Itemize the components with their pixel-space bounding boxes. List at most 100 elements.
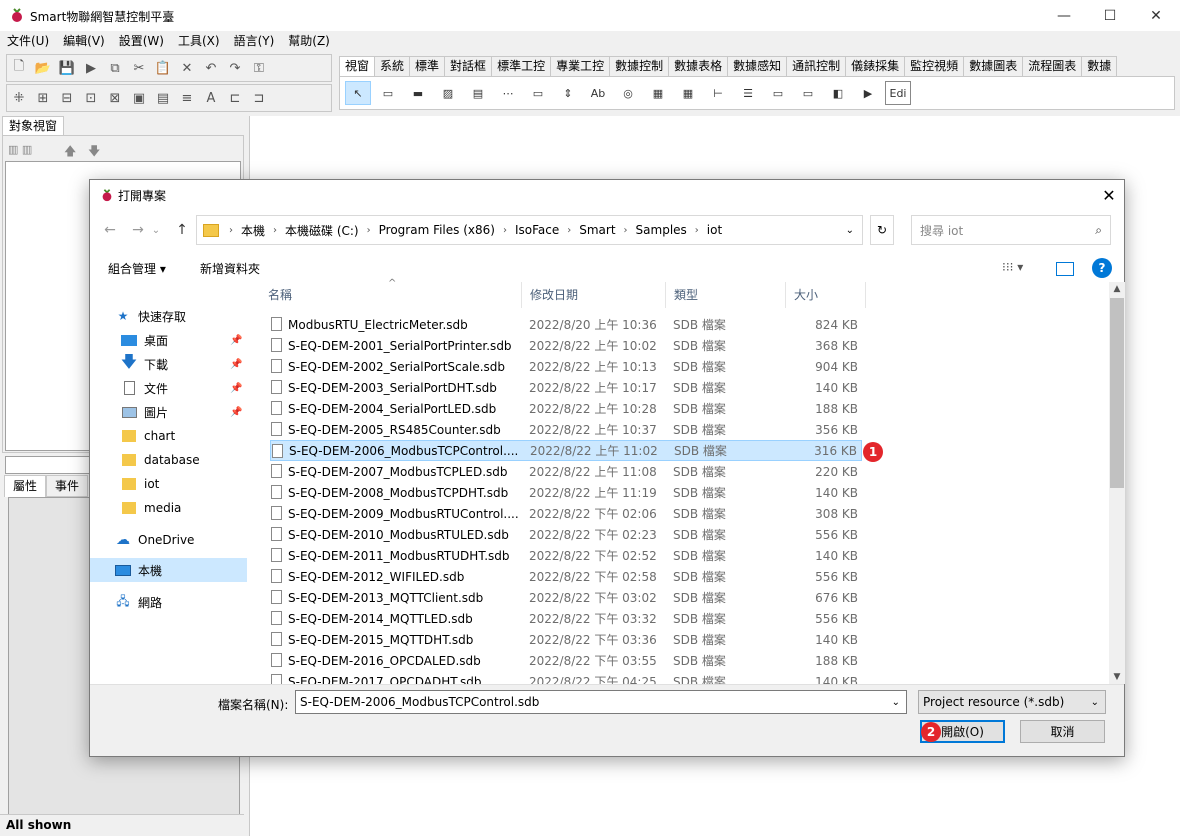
component-icon[interactable]: ◧ — [825, 81, 851, 105]
run-icon[interactable]: ▶ — [80, 57, 102, 79]
column-date[interactable]: 修改日期 — [522, 282, 666, 308]
column-type[interactable]: 類型 — [666, 282, 786, 308]
nav-desktop[interactable]: 桌面 📌 — [90, 328, 247, 352]
list-icon[interactable]: ☰ — [735, 81, 761, 105]
breadcrumb[interactable]: Program Files (x86) — [375, 223, 499, 237]
scroll-down-icon[interactable]: ▼ — [1109, 670, 1125, 684]
component-icon[interactable]: ⋯ — [495, 81, 521, 105]
organize-button[interactable]: 組合管理 ▾ — [108, 260, 166, 277]
up-icon[interactable]: ↑ — [170, 217, 194, 243]
tab-standard[interactable]: 標準 — [410, 56, 446, 76]
file-row[interactable]: S-EQ-DEM-2016_OPCDALED.sdb 2022/8/22 下午 0… — [270, 650, 862, 671]
minimize-button[interactable]: — — [1041, 0, 1087, 31]
new-file-icon[interactable]: 🗋 — [8, 57, 30, 79]
component-icon[interactable]: ▭ — [765, 81, 791, 105]
tab-properties[interactable]: 屬性 — [4, 475, 47, 497]
new-folder-button[interactable]: 新增資料夾 — [200, 260, 260, 277]
nav-folder-chart[interactable]: chart — [90, 424, 247, 448]
align-icon[interactable]: ⊐ — [248, 87, 270, 109]
breadcrumb[interactable]: Smart — [575, 223, 619, 237]
component-icon[interactable]: ▭ — [525, 81, 551, 105]
calendar-icon[interactable]: ▦ — [675, 81, 701, 105]
align-icon[interactable]: ≡ — [176, 87, 198, 109]
refresh-icon[interactable]: ↻ — [870, 215, 894, 245]
component-icon[interactable]: ▶ — [855, 81, 881, 105]
menu-file[interactable]: 文件(U) — [0, 31, 56, 51]
nav-quick-access[interactable]: ★ 快速存取 — [90, 304, 247, 328]
file-row[interactable]: S-EQ-DEM-2014_MQTTLED.sdb 2022/8/22 下午 03… — [270, 608, 862, 629]
object-tool-icons[interactable]: ▥ ▥ — [8, 143, 32, 156]
align-icon[interactable]: ▣ — [128, 87, 150, 109]
font-icon[interactable]: A — [200, 87, 222, 109]
column-name[interactable]: 名稱 — [260, 282, 522, 308]
component-icon[interactable]: ▭ — [795, 81, 821, 105]
breadcrumb[interactable]: Samples — [632, 223, 691, 237]
menu-tools[interactable]: 工具(X) — [171, 31, 227, 51]
filename-input[interactable]: S-EQ-DEM-2006_ModbusTCPControl.sdb ⌄ — [295, 690, 907, 714]
file-row[interactable]: ModbusRTU_ElectricMeter.sdb 2022/8/20 上午 … — [270, 314, 862, 335]
pin-icon[interactable]: 📌 — [230, 407, 242, 418]
tab-dialog[interactable]: 對話框 — [445, 56, 493, 76]
close-button[interactable]: ✕ — [1133, 0, 1179, 31]
object-window-tab[interactable]: 對象視窗 — [2, 116, 64, 136]
align-icon[interactable]: ⊠ — [104, 87, 126, 109]
file-row[interactable]: S-EQ-DEM-2007_ModbusTCPLED.sdb 2022/8/22 … — [270, 461, 862, 482]
nav-folder-iot[interactable]: iot — [90, 472, 247, 496]
component-icon[interactable]: ▭ — [375, 81, 401, 105]
breadcrumb[interactable]: iot — [703, 223, 726, 237]
component-icon[interactable]: ▦ — [645, 81, 671, 105]
forward-icon[interactable]: → — [126, 217, 150, 243]
image-icon[interactable]: ▨ — [435, 81, 461, 105]
pin-icon[interactable]: 📌 — [230, 383, 242, 394]
tab-data-sense[interactable]: 數據感知 — [728, 56, 788, 76]
align-icon[interactable]: ⊏ — [224, 87, 246, 109]
delete-icon[interactable]: ✕ — [176, 57, 198, 79]
chevron-down-icon[interactable]: ⌄ — [148, 217, 164, 243]
nav-onedrive[interactable]: ☁ OneDrive — [90, 528, 247, 552]
cancel-button[interactable]: 取消 — [1020, 720, 1105, 743]
menu-language[interactable]: 語言(Y) — [227, 31, 282, 51]
copy-icon[interactable]: ⧉ — [104, 57, 126, 79]
file-row[interactable]: S-EQ-DEM-2009_ModbusRTUControl.... 2022/8… — [270, 503, 862, 524]
component-icon[interactable]: Ab — [585, 81, 611, 105]
file-row[interactable]: S-EQ-DEM-2011_ModbusRTUDHT.sdb 2022/8/22 … — [270, 545, 862, 566]
file-row[interactable]: S-EQ-DEM-2012_WIFILED.sdb 2022/8/22 下午 02… — [270, 566, 862, 587]
back-icon[interactable]: ← — [98, 217, 122, 243]
move-down-icon[interactable]: 🡇 — [88, 142, 100, 163]
redo-icon[interactable]: ↷ — [224, 57, 246, 79]
tab-monitor-video[interactable]: 監控視頻 — [905, 56, 965, 76]
chevron-down-icon[interactable]: ⌄ — [846, 225, 854, 236]
breadcrumb[interactable]: 本機 — [237, 222, 269, 239]
align-icon[interactable]: ⊡ — [80, 87, 102, 109]
search-input[interactable]: 搜尋 iot ⌕ — [911, 215, 1111, 245]
key-icon[interactable]: ⚿ — [248, 57, 270, 79]
file-row[interactable]: S-EQ-DEM-2002_SerialPortScale.sdb 2022/8/… — [270, 356, 862, 377]
edit-component[interactable]: Edi — [885, 81, 911, 105]
dialog-close-button[interactable]: ✕ — [1094, 182, 1124, 208]
tab-std-industrial[interactable]: 標準工控 — [492, 56, 552, 76]
file-row-selected[interactable]: S-EQ-DEM-2006_ModbusTCPControl.... 2022/8… — [270, 440, 862, 461]
view-options-icon[interactable]: ⁝⁝⁝ ▾ — [1002, 260, 1023, 274]
file-row[interactable]: S-EQ-DEM-2005_RS485Counter.sdb 2022/8/22 … — [270, 419, 862, 440]
maximize-button[interactable]: ☐ — [1087, 0, 1133, 31]
column-size[interactable]: 大小 — [786, 282, 866, 308]
help-icon[interactable]: ? — [1092, 258, 1112, 278]
move-up-icon[interactable]: 🡅 — [64, 142, 76, 163]
save-icon[interactable]: 💾 — [56, 57, 78, 79]
undo-icon[interactable]: ↶ — [200, 57, 222, 79]
pointer-icon[interactable]: ↖ — [345, 81, 371, 105]
component-icon[interactable]: ▤ — [465, 81, 491, 105]
tab-data-table[interactable]: 數據表格 — [669, 56, 729, 76]
tab-pro-industrial[interactable]: 專業工控 — [551, 56, 611, 76]
file-row[interactable]: S-EQ-DEM-2017_OPCDADHT.sdb 2022/8/22 下午 0… — [270, 671, 862, 684]
align-icon[interactable]: ⊞ — [32, 87, 54, 109]
tab-data-more[interactable]: 數據 — [1082, 56, 1118, 76]
paste-icon[interactable]: 📋 — [152, 57, 174, 79]
nav-folder-media[interactable]: media — [90, 496, 247, 520]
scrollbar-thumb[interactable] — [1110, 298, 1124, 488]
tab-data-chart[interactable]: 數據圖表 — [964, 56, 1024, 76]
file-row[interactable]: S-EQ-DEM-2004_SerialPortLED.sdb 2022/8/22… — [270, 398, 862, 419]
nav-downloads[interactable]: 🡇 下載 📌 — [90, 352, 247, 376]
tab-data-control[interactable]: 數據控制 — [610, 56, 670, 76]
preview-pane-icon[interactable] — [1056, 262, 1074, 276]
